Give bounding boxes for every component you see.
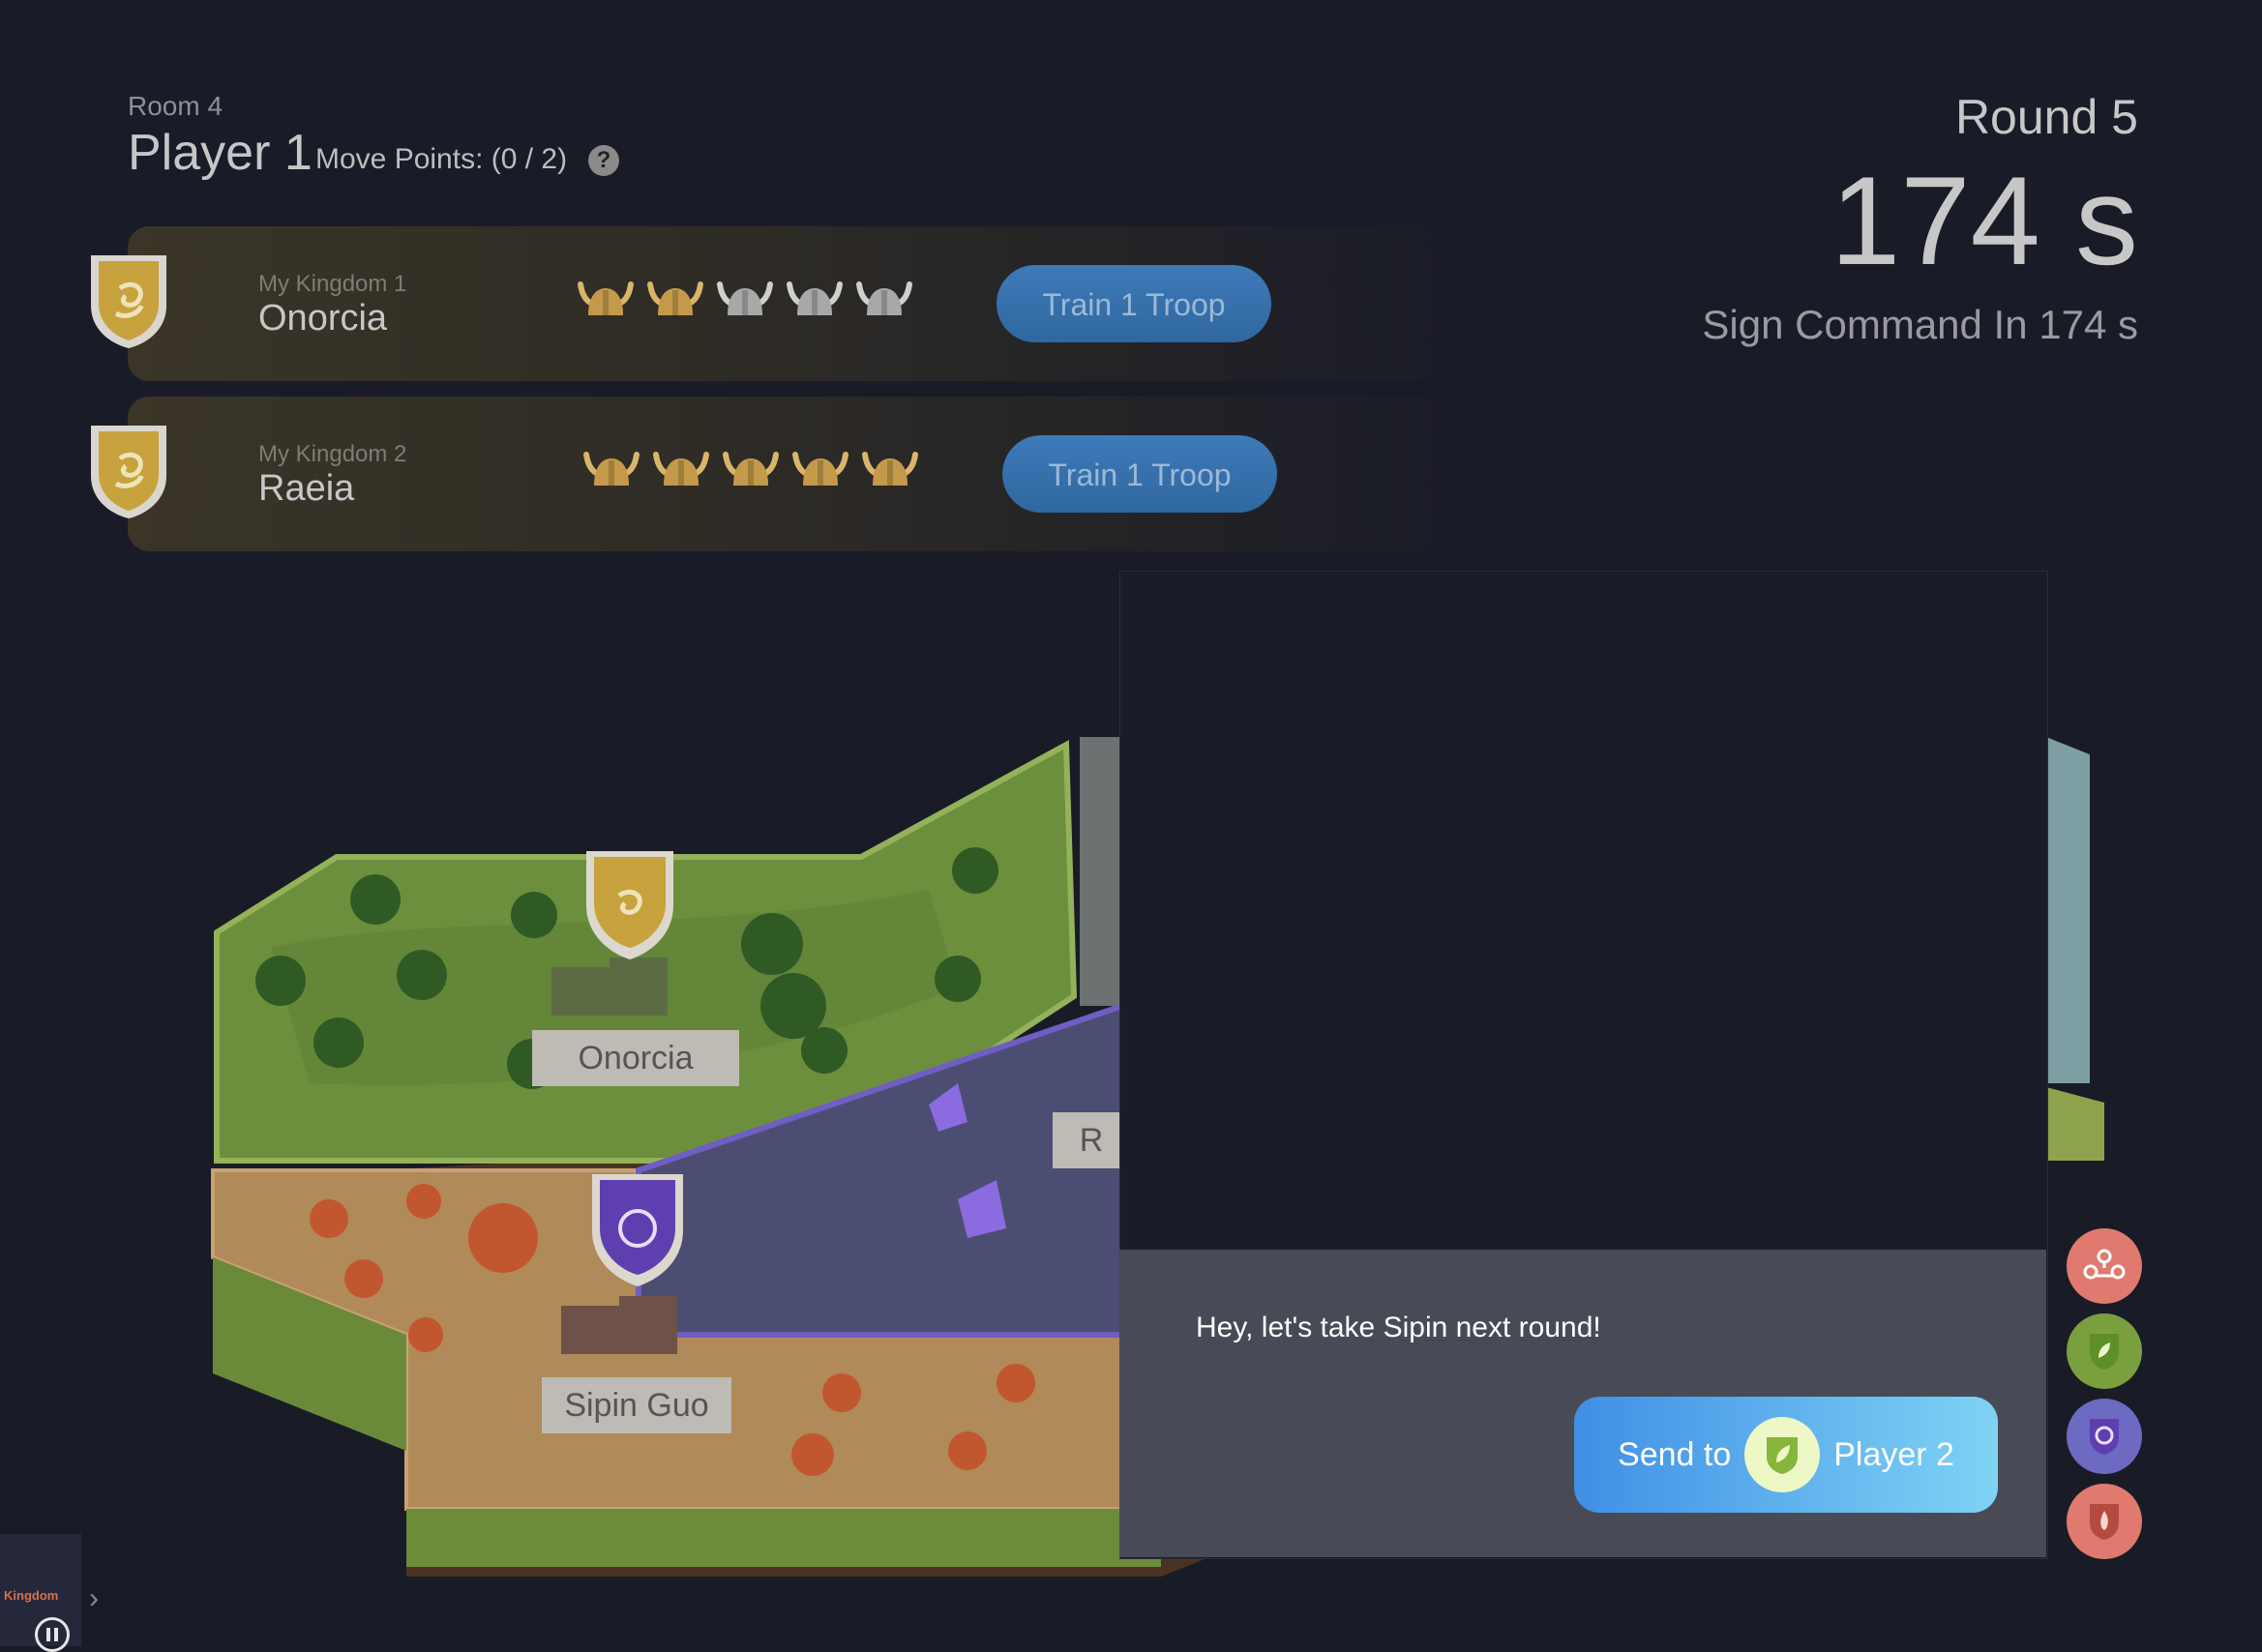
chat-message-text[interactable]: Hey, let's take Sipin next round! (1196, 1312, 1601, 1344)
map-label-onorcia: Onorcia (532, 1030, 739, 1086)
send-target: Player 2 (1833, 1435, 1954, 1473)
move-points: Move Points: (0 / 2) (315, 143, 568, 175)
troop-helmets (582, 447, 919, 491)
troop-helmet-gold-icon (792, 452, 848, 486)
help-icon[interactable]: ? (588, 145, 619, 176)
room-label: Room 4 (128, 91, 223, 121)
kingdom-name: Onorcia (258, 298, 388, 339)
kingdom-subtitle: My Kingdom 1 (258, 271, 407, 297)
pause-icon[interactable] (35, 1617, 70, 1652)
map-label-sipin-guo: Sipin Guo (542, 1377, 731, 1433)
app-logo: Kingdom (4, 1588, 59, 1603)
troop-helmet-gold-icon (583, 452, 640, 486)
send-to-player-button[interactable]: Send to Player 2 (1574, 1397, 1998, 1513)
app-logo-panel: Kingdom (0, 1534, 81, 1652)
player-name: Player 1 (128, 125, 313, 181)
troop-helmet-gold-icon (862, 452, 918, 486)
leaf-avatar-icon (1744, 1417, 1821, 1492)
kingdom-name: Raeia (258, 468, 355, 509)
send-label: Send to (1618, 1435, 1732, 1473)
troop-helmet-grey-icon (856, 281, 912, 315)
swirl-shield-icon[interactable] (2067, 1399, 2142, 1474)
map-label-raeia: R (1053, 1112, 1130, 1168)
troop-helmet-gold-icon (647, 281, 703, 315)
team-icon[interactable] (2067, 1228, 2142, 1304)
troop-helmet-grey-icon (717, 281, 773, 315)
train-troop-button[interactable]: Train 1 Troop (1002, 435, 1277, 513)
round-label: Round 5 (1954, 90, 2138, 144)
kingdom-subtitle: My Kingdom 2 (258, 441, 407, 467)
troop-helmet-gold-icon (723, 452, 779, 486)
troop-helmets (577, 277, 913, 321)
chevron-right-icon[interactable]: › (89, 1582, 99, 1615)
gold-shield-icon (91, 255, 166, 348)
troop-helmet-gold-icon (653, 452, 709, 486)
troop-helmet-grey-icon (787, 281, 843, 315)
train-troop-button[interactable]: Train 1 Troop (997, 265, 1271, 342)
round-timer: 174 s (1830, 150, 2138, 291)
troop-helmet-gold-icon (578, 281, 634, 315)
leaf-shield-icon[interactable] (2067, 1313, 2142, 1389)
flame-shield-icon[interactable] (2067, 1484, 2142, 1559)
gold-shield-icon (91, 426, 166, 518)
sign-command-countdown: Sign Command In 174 s (1702, 302, 2138, 347)
